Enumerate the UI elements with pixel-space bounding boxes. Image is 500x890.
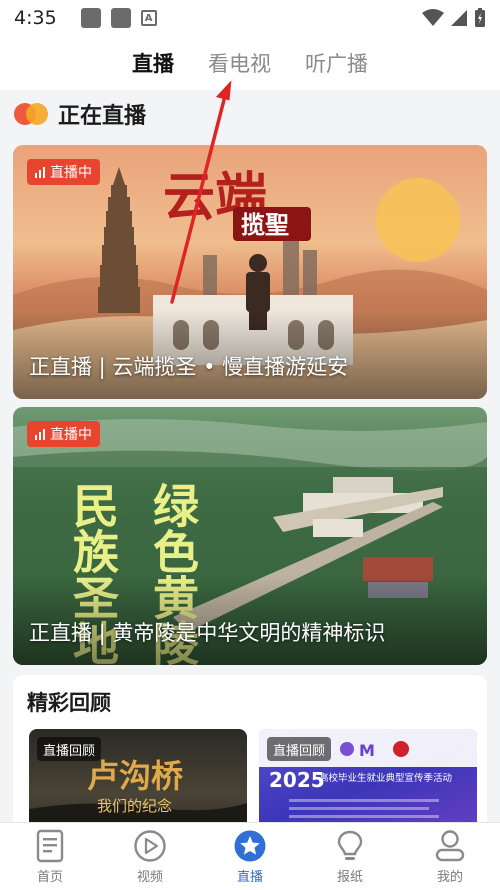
live-logo-icon bbox=[14, 103, 48, 125]
review-section-title: 精彩回顾 bbox=[27, 691, 111, 715]
live-badge: 直播中 bbox=[27, 421, 100, 447]
signal-icon bbox=[451, 10, 467, 26]
tab-live[interactable]: 直播 bbox=[132, 48, 174, 78]
bottom-tab-newspaper[interactable]: 报纸 bbox=[300, 823, 400, 890]
bottom-tab-label: 视频 bbox=[136, 869, 163, 885]
document-icon bbox=[36, 829, 64, 862]
review-card-graduate-employment[interactable]: M 2025 高校毕业生就业典型宣传季活动 直播回顾 bbox=[259, 729, 477, 835]
tab-watch-tv[interactable]: 看电视 bbox=[208, 48, 271, 78]
review-card-art-title: 卢沟桥 bbox=[87, 757, 183, 795]
live-badge-label: 直播中 bbox=[50, 165, 92, 181]
review-card-art-subtitle: 我们的纪念 bbox=[97, 797, 172, 815]
live-card-huangdiling[interactable]: 民族圣地 绿色黄陵 直播中 正直播 | 黄帝陵是中华文明的精神标识 bbox=[13, 407, 487, 665]
bottom-tab-label: 首页 bbox=[36, 869, 63, 885]
live-section-header: 正在直播 bbox=[14, 96, 146, 132]
bottom-tab-live[interactable]: 直播 bbox=[200, 823, 300, 890]
bottom-tab-video[interactable]: 视频 bbox=[100, 823, 200, 890]
keyboard-icon: A bbox=[140, 10, 157, 26]
live-card-caption: 正直播 | 黄帝陵是中华文明的精神标识 bbox=[29, 621, 386, 645]
review-card-lugou-bridge[interactable]: 卢沟桥 我们的纪念 直播回顾 bbox=[29, 729, 247, 835]
live-badge: 直播中 bbox=[27, 159, 100, 185]
bulb-icon bbox=[337, 830, 363, 860]
notification-icon bbox=[110, 8, 131, 28]
bottom-tab-home[interactable]: 首页 bbox=[0, 823, 100, 890]
tab-listen-radio[interactable]: 听广播 bbox=[305, 48, 368, 78]
bottom-tab-profile[interactable]: 我的 bbox=[400, 823, 500, 890]
review-card-art-title: 2025 bbox=[269, 768, 325, 792]
bottom-tab-bar: 首页 视频 直播 报纸 我的 bbox=[0, 822, 500, 890]
replay-badge: 直播回顾 bbox=[267, 737, 332, 761]
status-bar: 4:35 A bbox=[0, 0, 500, 36]
live-card-art-subtitle: 揽聖 bbox=[241, 210, 289, 239]
wifi-icon bbox=[422, 9, 444, 26]
live-card-caption: 正直播 | 云端揽圣 • 慢直播游延安 bbox=[29, 355, 349, 379]
live-card-yanan[interactable]: 云端 揽聖 直播中 正直播 | 云端揽圣 • 慢直播游延安 bbox=[13, 145, 487, 399]
star-icon bbox=[234, 830, 266, 861]
bottom-tab-label: 报纸 bbox=[336, 869, 363, 885]
live-signal-icon bbox=[35, 428, 45, 440]
bottom-tab-label: 我的 bbox=[436, 869, 463, 885]
status-time: 4:35 bbox=[14, 7, 57, 29]
top-tab-bar: 直播 看电视 听广播 bbox=[0, 36, 500, 90]
person-icon bbox=[435, 829, 465, 861]
notification-icon bbox=[80, 8, 101, 28]
live-signal-icon bbox=[35, 166, 45, 178]
live-section-title: 正在直播 bbox=[58, 104, 147, 129]
replay-badge: 直播回顾 bbox=[37, 737, 102, 761]
live-badge-label: 直播中 bbox=[50, 427, 92, 443]
review-section: 精彩回顾 卢沟桥 我们的纪念 直播回顾 M 2025 高校毕业生就业典型宣传季活… bbox=[13, 675, 487, 835]
svg-text:M: M bbox=[359, 741, 375, 760]
review-card-art-subtitle: 高校毕业生就业典型宣传季活动 bbox=[319, 772, 452, 784]
battery-icon bbox=[475, 8, 485, 27]
play-icon bbox=[134, 829, 166, 862]
bottom-tab-label: 直播 bbox=[236, 869, 263, 885]
